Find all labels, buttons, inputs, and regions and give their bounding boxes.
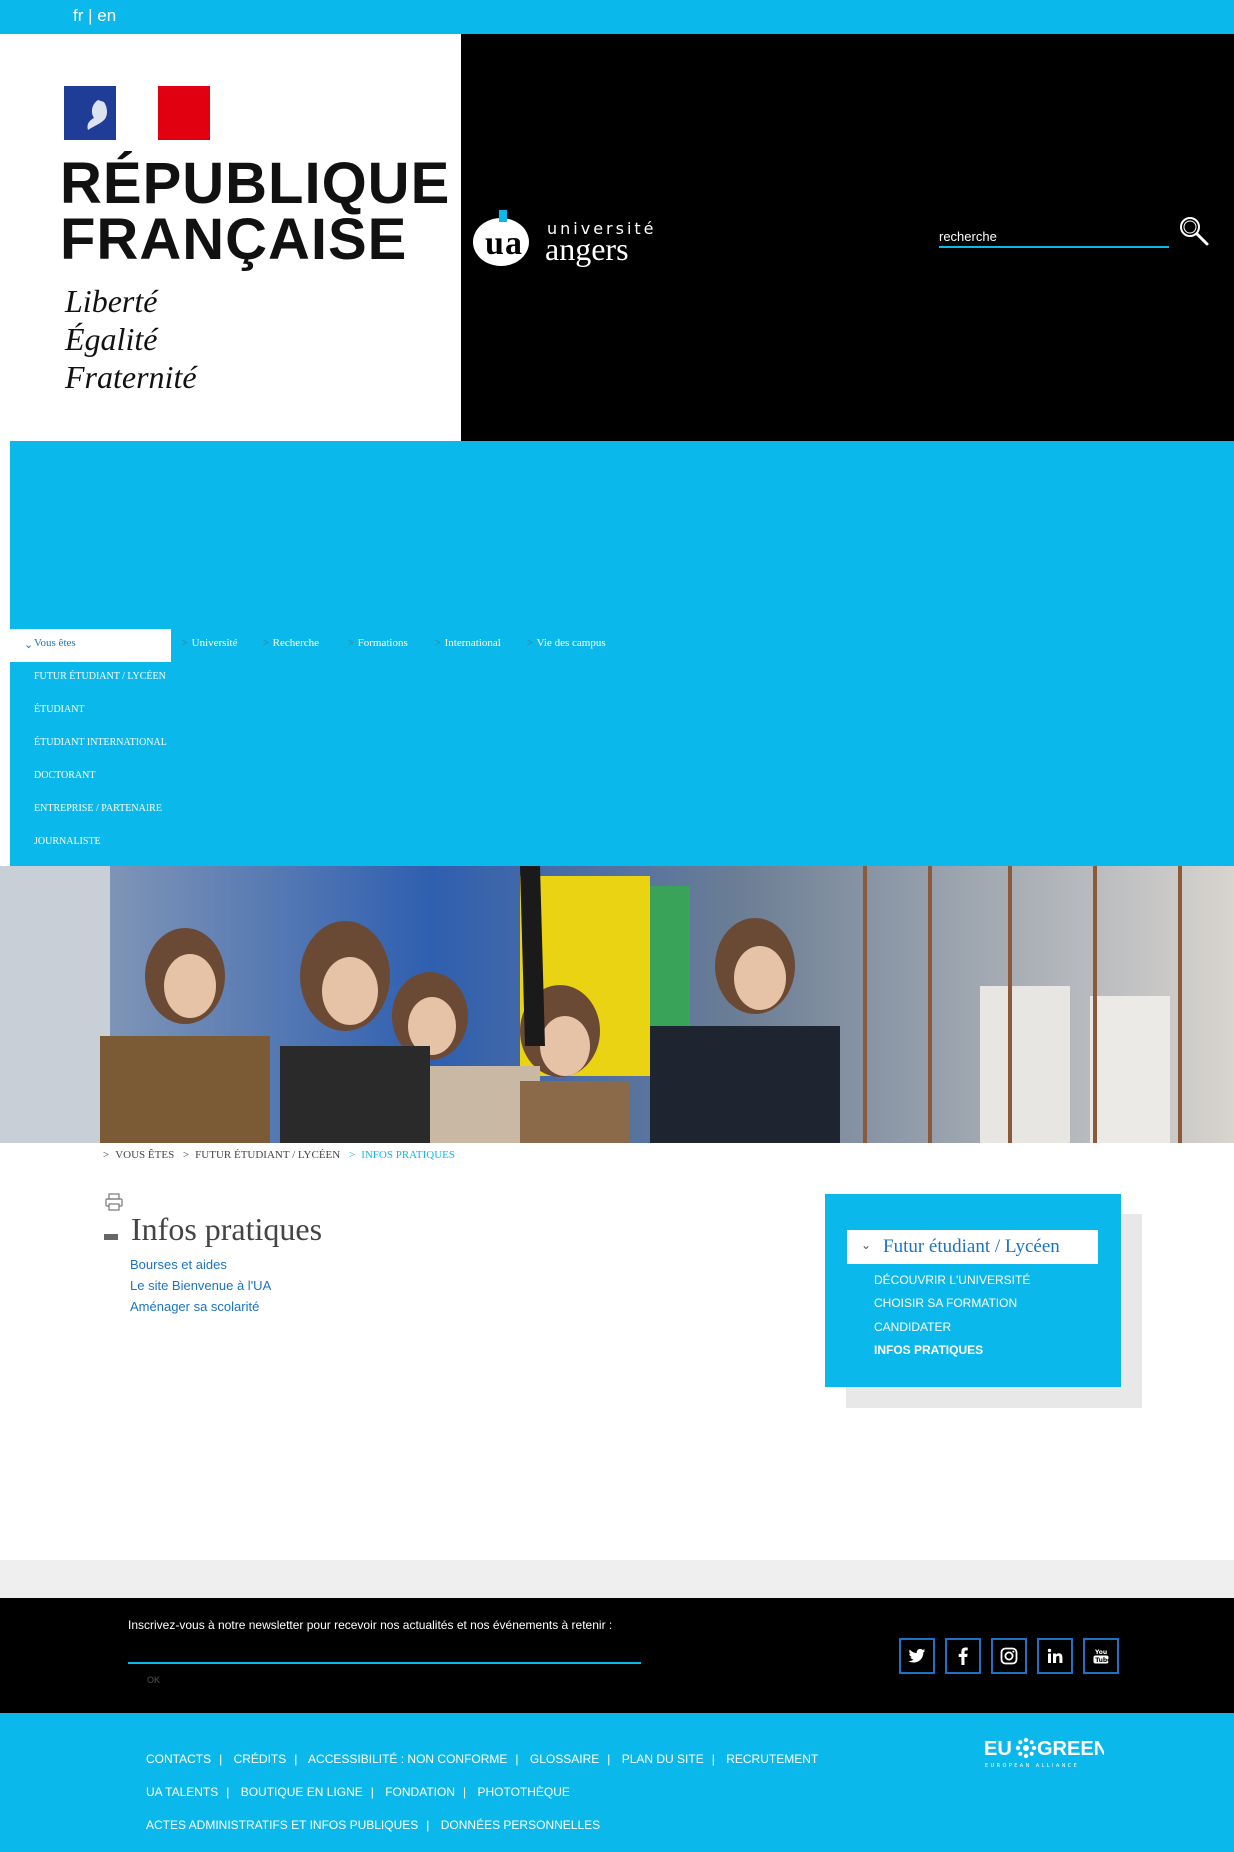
breadcrumb: > VOUS ÊTES > FUTUR ÉTUDIANT / LYCÉEN > INF… — [103, 1149, 461, 1161]
lang-en-link[interactable]: en — [97, 6, 116, 25]
newsletter-section: Inscrivez-vous à notre newsletter pour r… — [0, 1598, 1234, 1713]
footer-links: CONTACTS | CRÉDITS | ACCESSIBILITÉ : NON C… — [0, 1713, 1234, 1852]
hero-image — [0, 866, 1234, 1143]
site-header: u a université angers — [461, 34, 1234, 441]
newsletter-label: Inscrivez-vous à notre newsletter pour r… — [128, 1618, 613, 1632]
subnav-doctorant[interactable]: Doctorant — [34, 770, 95, 781]
nav-formations[interactable]: > Formations — [348, 637, 408, 649]
sidebar-menu: ⌄ Futur étudiant / Lycéen DÉCOUVRIR L'UN… — [825, 1194, 1121, 1387]
nav-recherche[interactable]: > Recherche — [263, 637, 319, 649]
breadcrumb-sep: > — [348, 1149, 356, 1161]
lang-fr-link[interactable]: fr — [73, 6, 83, 25]
footer-phototheque[interactable]: PHOTOTHÈQUE — [477, 1785, 569, 1799]
magnifier-icon — [1180, 217, 1209, 246]
subnav-etudiant[interactable]: Étudiant — [34, 704, 85, 715]
nav-vie-des-campus[interactable]: > Vie des campus — [527, 637, 606, 649]
eu-green-logo[interactable]: EU GREEN EUROPEAN ALLIANCE — [984, 1731, 1108, 1771]
sidebar-item-infos-pratiques[interactable]: INFOS PRATIQUES — [874, 1343, 983, 1357]
language-switch: fr | en — [73, 6, 116, 26]
eu-green-logo-tagline: EUROPEAN ALLIANCE — [985, 1763, 1079, 1769]
breadcrumb-vous-etes[interactable]: VOUS ÊTES — [115, 1149, 174, 1161]
footer-credits[interactable]: CRÉDITS — [234, 1752, 287, 1766]
chevron-down-icon: ⌄ — [861, 1238, 872, 1252]
motto-fraternite: Fraternité — [65, 359, 197, 395]
universite-angers-logo[interactable]: u a université angers — [471, 204, 671, 274]
footer-ua-talents[interactable]: UA TALENTS — [146, 1785, 218, 1799]
subnav-entreprise-partenaire[interactable]: Entreprise / Partenaire — [34, 803, 162, 814]
footer-row-2: UA TALENTS | BOUTIQUE EN LIGNE | FONDATION… — [146, 1785, 570, 1799]
eu-green-logo-eu: EU — [984, 1738, 1012, 1760]
search-form — [939, 217, 1209, 260]
republique-francaise-logo[interactable]: RÉPUBLIQUE FRANÇAISE Liberté Égalité Fra… — [10, 34, 461, 441]
eu-green-logo-green: GREEN — [1037, 1738, 1104, 1760]
search-button[interactable] — [1177, 214, 1211, 248]
subnav-futur-etudiant[interactable]: Futur étudiant / Lycéen — [34, 671, 166, 682]
link-site-bienvenue[interactable]: Le site Bienvenue à l'UA — [130, 1278, 271, 1293]
lang-separator: | — [88, 6, 93, 25]
republique-title: RÉPUBLIQUE FRANÇAISE — [60, 151, 451, 272]
footer-accessibilite[interactable]: ACCESSIBILITÉ : NON CONFORME — [308, 1752, 507, 1766]
republique-title-line1: RÉPUBLIQUE — [60, 151, 451, 216]
subnav-journaliste[interactable]: Journaliste — [34, 836, 101, 847]
ua-logo-line2: angers — [545, 231, 629, 267]
footer-actes-administratifs[interactable]: ACTES ADMINISTRATIFS ET INFOS PUBLIQUES — [146, 1818, 418, 1832]
youtube-icon[interactable]: You Tube — [1083, 1638, 1119, 1674]
footer-glossaire[interactable]: GLOSSAIRE — [530, 1752, 599, 1766]
motto-liberte: Liberté — [65, 283, 158, 319]
footer-plan-du-site[interactable]: PLAN DU SITE — [622, 1752, 704, 1766]
breadcrumb-futur-etudiant[interactable]: FUTUR ÉTUDIANT / LYCÉEN — [195, 1149, 340, 1161]
sidebar-heading-label: Futur étudiant / Lycéen — [883, 1236, 1060, 1257]
link-amenager-scolarite[interactable]: Aménager sa scolarité — [130, 1299, 259, 1314]
sidebar-item-choisir-formation[interactable]: CHOISIR SA FORMATION — [874, 1296, 1017, 1310]
language-bar: fr | en — [0, 0, 1234, 34]
breadcrumb-current: INFOS PRATIQUES — [361, 1149, 456, 1161]
facebook-icon[interactable] — [945, 1638, 981, 1674]
instagram-icon[interactable] — [991, 1638, 1027, 1674]
link-bourses-et-aides[interactable]: Bourses et aides — [130, 1257, 227, 1272]
footer-spacer — [0, 1560, 1234, 1598]
main-navigation: ⌄ Vous êtes > Université > Recherche > Form… — [10, 441, 1234, 866]
search-input[interactable] — [939, 220, 1169, 248]
nav-vous-etes[interactable]: ⌄ Vous êtes — [10, 629, 171, 662]
republique-motto: Liberté Égalité Fraternité — [65, 282, 197, 396]
collapse-icon[interactable] — [104, 1234, 118, 1240]
footer-row-3: ACTES ADMINISTRATIFS ET INFOS PUBLIQUES |… — [146, 1818, 601, 1832]
svg-text:a: a — [505, 225, 522, 262]
sidebar-item-candidater[interactable]: CANDIDATER — [874, 1320, 951, 1334]
footer-donnees-personnelles[interactable]: DONNÉES PERSONNELLES — [441, 1818, 600, 1832]
newsletter-ok-button[interactable]: OK — [147, 1675, 160, 1685]
newsletter-email-input[interactable] — [128, 1638, 641, 1664]
chevron-down-icon: ⌄ — [24, 639, 34, 651]
breadcrumb-sep: > — [103, 1149, 110, 1161]
twitter-icon[interactable] — [899, 1638, 935, 1674]
marianne-flag-icon — [64, 86, 210, 140]
footer-contacts[interactable]: CONTACTS — [146, 1752, 211, 1766]
footer-recrutement[interactable]: RECRUTEMENT — [726, 1752, 818, 1766]
print-icon[interactable] — [104, 1193, 124, 1211]
svg-text:You: You — [1094, 1649, 1107, 1656]
footer-row-1: CONTACTS | CRÉDITS | ACCESSIBILITÉ : NON C… — [146, 1752, 819, 1766]
nav-vous-etes-label: Vous êtes — [34, 637, 76, 649]
linkedin-icon[interactable] — [1037, 1638, 1073, 1674]
footer-fondation[interactable]: FONDATION — [385, 1785, 455, 1799]
footer-boutique[interactable]: BOUTIQUE EN LIGNE — [241, 1785, 363, 1799]
republique-title-line2: FRANÇAISE — [60, 207, 408, 272]
page-title: Infos pratiques — [131, 1211, 323, 1247]
subnav-etudiant-international[interactable]: Étudiant international — [34, 737, 167, 748]
sidebar-heading[interactable]: ⌄ Futur étudiant / Lycéen — [847, 1230, 1098, 1264]
svg-text:Tube: Tube — [1095, 1657, 1110, 1664]
sidebar-item-decouvrir[interactable]: DÉCOUVRIR L'UNIVERSITÉ — [874, 1273, 1030, 1287]
nav-universite[interactable]: > Université — [182, 637, 237, 649]
svg-text:u: u — [485, 225, 504, 262]
motto-egalite: Égalité — [65, 321, 158, 357]
nav-international[interactable]: > International — [435, 637, 501, 649]
breadcrumb-sep: > — [182, 1149, 190, 1161]
